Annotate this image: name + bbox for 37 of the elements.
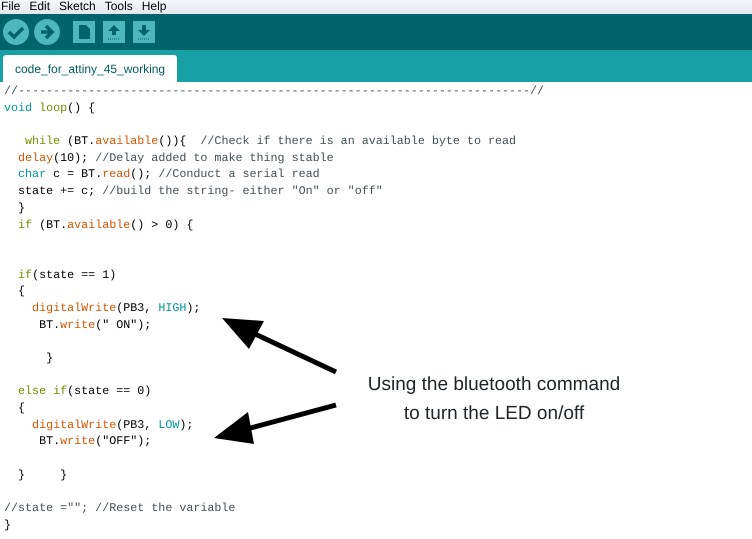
code-line: BT.write("OFF"); <box>38 433 152 450</box>
tab[interactable]: code_for_attiny_45_working <box>3 55 178 82</box>
code-line: { <box>17 400 26 417</box>
code-line: void loop() { <box>4 100 96 116</box>
code-line: if (BT.available() > 0) { <box>17 216 194 234</box>
code-line: } <box>17 200 26 216</box>
upload-icon <box>102 20 126 44</box>
code-line: if(state == 1) <box>17 266 116 284</box>
code-line: } <box>4 516 12 534</box>
code-line: while (BT.available()){ //Check if there is an available byte to read <box>24 133 516 150</box>
verify-button[interactable] <box>2 18 30 46</box>
code-line: digitalWrite(PB3, LOW); <box>31 416 194 434</box>
code-line: { <box>17 283 26 300</box>
menu-item[interactable]: Edit <box>29 0 50 14</box>
open-button[interactable] <box>102 20 126 44</box>
save-button[interactable] <box>132 20 156 44</box>
document-icon <box>72 20 96 44</box>
code-line: BT.write(" ON"); <box>38 316 152 334</box>
code-line: } <box>45 350 54 367</box>
arrow-right-icon <box>33 18 61 46</box>
annotation-text: to turn the LED on/off <box>404 402 584 426</box>
annotation-text: Using the bluetooth command <box>368 373 620 397</box>
code-line: delay(10); //Delay added to make thing stable <box>17 150 334 166</box>
code-line: state += c; //build the string- either "On" or "off" <box>17 183 383 200</box>
code-line: } } <box>17 466 68 484</box>
menu-item[interactable]: Tools <box>104 0 133 14</box>
upload-button[interactable] <box>33 18 61 46</box>
code-comment: //state =""; //Reset the variable <box>4 500 236 517</box>
download-icon <box>132 20 156 44</box>
new-button[interactable] <box>72 20 96 44</box>
code-comment: //-------------------------------------------------------------------------// <box>4 83 544 100</box>
code-line: else if(state == 0) <box>17 383 152 400</box>
code-line: char c = BT.read(); //Conduct a serial read <box>17 166 320 184</box>
menu-item[interactable]: File <box>1 0 20 14</box>
menu-item[interactable]: Help <box>142 0 166 14</box>
menu-item[interactable]: Sketch <box>59 0 96 14</box>
code-line: digitalWrite(PB3, HIGH); <box>31 300 200 317</box>
